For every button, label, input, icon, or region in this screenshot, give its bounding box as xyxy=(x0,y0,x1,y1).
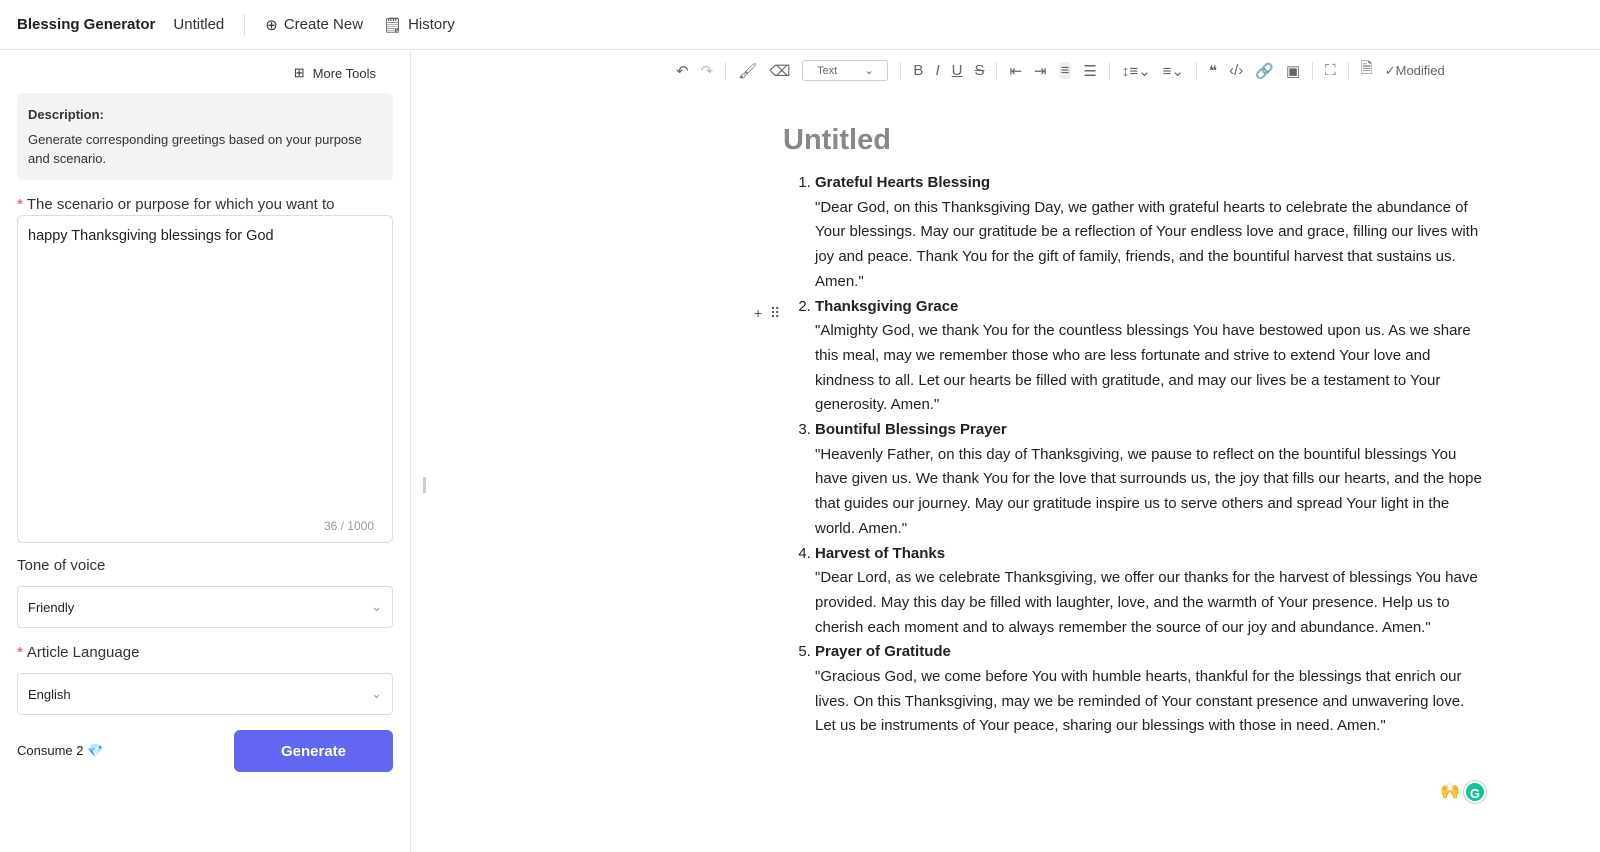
scenario-value: happy Thanksgiving blessings for God xyxy=(28,228,274,244)
ordered-list-icon[interactable]: ≡ xyxy=(1058,62,1072,79)
scenario-input[interactable]: happy Thanksgiving blessings for God 36 /… xyxy=(17,215,393,543)
create-new-label: Create New xyxy=(283,16,364,33)
scenario-label: * The scenario or purpose for which you w… xyxy=(17,196,393,215)
editor-toolbar: ↶ ↷ 🖌 ⌫ Text ⌄ BIUS ⇤ ⇥ ≡ ☰ ↕≡⌄ ≡⌄ ❝ ‹/› 🔗 ▣ ⛶ 🗎 ✓… xyxy=(676,58,1445,83)
grid-icon: ⊞ xyxy=(293,65,305,80)
divider xyxy=(244,13,246,36)
item-body: "Dear Lord, as we celebrate Thanksgiving… xyxy=(815,569,1478,636)
status-text: Modified xyxy=(1395,62,1445,78)
sidebar: ⊞ More Tools Description: Generate corresp… xyxy=(0,51,411,852)
indent-icon[interactable]: ⇥ xyxy=(1034,62,1047,80)
quote-icon[interactable]: ❝ xyxy=(1209,62,1217,80)
description-title: Description: xyxy=(28,107,104,122)
history-label: History xyxy=(408,16,455,33)
history-icon: 🗒 xyxy=(383,16,403,34)
item-heading: Thanksgiving Grace xyxy=(815,297,959,315)
grammarly-widget[interactable]: 🙌 G xyxy=(1440,781,1486,803)
blessing-list: Grateful Hearts Blessing "Dear God, on th… xyxy=(783,171,1488,739)
status-modified: ✓Modified xyxy=(1384,62,1445,78)
item-body: "Gracious God, we come before You with h… xyxy=(815,668,1465,735)
list-item: Harvest of Thanks "Dear Lord, as we celeb… xyxy=(815,542,1488,641)
more-tools-button[interactable]: ⊞ More Tools xyxy=(294,65,376,81)
list-item: Thanksgiving Grace "Almighty God, we than… xyxy=(815,295,1488,419)
create-new-button[interactable]: ⊕ Create New xyxy=(265,16,363,34)
item-heading: Prayer of Gratitude xyxy=(815,643,951,661)
eraser-icon[interactable]: ⌫ xyxy=(769,62,790,80)
app-name: Blessing Generator xyxy=(17,16,156,33)
plus-icon[interactable]: + xyxy=(754,305,762,321)
item-body: "Dear God, on this Thanksgiving Day, we … xyxy=(815,198,1479,290)
line-height-icon[interactable]: ↕≡⌄ xyxy=(1122,62,1151,80)
link-icon[interactable]: 🔗 xyxy=(1255,62,1274,80)
strikethrough-icon[interactable]: S xyxy=(974,62,984,79)
chevron-down-icon: ⌄ xyxy=(864,65,874,77)
tone-label: Tone of voice xyxy=(17,557,106,574)
save-icon[interactable]: 🗎 xyxy=(1361,58,1373,83)
language-label: * Article Language xyxy=(17,644,140,661)
resize-handle[interactable] xyxy=(423,477,426,493)
fullscreen-icon[interactable]: ⛶ xyxy=(1325,62,1336,79)
plus-circle-icon: ⊕ xyxy=(265,16,278,34)
consume-text: Consume 2 xyxy=(17,743,84,758)
image-icon[interactable]: ▣ xyxy=(1286,62,1300,80)
block-handle[interactable]: + ⠿ xyxy=(754,305,780,322)
list-item: Prayer of Gratitude "Gracious God, we com… xyxy=(815,640,1488,739)
language-value: English xyxy=(28,686,71,702)
italic-icon[interactable]: I xyxy=(935,62,939,79)
language-select[interactable]: English ⌄ xyxy=(17,673,393,715)
align-icon[interactable]: ≡⌄ xyxy=(1163,62,1184,80)
description-box: Description: Generate corresponding greet… xyxy=(17,93,393,180)
history-button[interactable]: 🗒 History xyxy=(383,16,455,34)
hands-icon[interactable]: 🙌 xyxy=(1440,781,1460,803)
language-label-text: Article Language xyxy=(26,644,140,661)
description-text: Generate corresponding greetings based o… xyxy=(28,132,362,166)
tone-value: Friendly xyxy=(28,599,75,615)
list-item: Bountiful Blessings Prayer "Heavenly Fath… xyxy=(815,418,1488,542)
top-bar: Blessing Generator Untitled ⊕ Create New … xyxy=(0,0,1600,50)
bullet-list-icon[interactable]: ☰ xyxy=(1083,62,1096,80)
generate-button[interactable]: Generate xyxy=(234,730,393,772)
text-style-value: Text xyxy=(817,64,838,77)
underline-icon[interactable]: U xyxy=(952,62,963,79)
tone-select[interactable]: Friendly ⌄ xyxy=(17,586,393,628)
item-heading: Bountiful Blessings Prayer xyxy=(815,421,1007,439)
char-count: 36 / 1000 xyxy=(323,519,374,533)
editor-content[interactable]: Untitled Grateful Hearts Blessing "Dear G… xyxy=(783,124,1488,739)
outdent-icon[interactable]: ⇤ xyxy=(1009,62,1022,80)
grammarly-icon[interactable]: G xyxy=(1463,781,1486,803)
scenario-label-text: The scenario or purpose for which you wa… xyxy=(17,196,335,215)
text-style-select[interactable]: Text ⌄ xyxy=(802,60,889,81)
list-item: Grateful Hearts Blessing "Dear God, on th… xyxy=(815,171,1488,295)
format-painter-icon[interactable]: 🖌 xyxy=(738,62,757,80)
chevron-down-icon: ⌄ xyxy=(371,599,382,614)
item-heading: Harvest of Thanks xyxy=(815,544,946,562)
bold-icon[interactable]: B xyxy=(913,62,923,79)
item-body: "Heavenly Father, on this day of Thanksg… xyxy=(815,445,1482,537)
document-title[interactable]: Untitled xyxy=(783,124,1488,157)
doc-name[interactable]: Untitled xyxy=(173,16,224,33)
consume-info: Consume 2 💎 xyxy=(17,743,103,759)
drag-icon[interactable]: ⠿ xyxy=(770,305,780,321)
code-icon[interactable]: ‹/› xyxy=(1229,62,1243,79)
item-body: "Almighty God, we thank You for the coun… xyxy=(815,322,1471,414)
diamond-icon: 💎 xyxy=(87,743,104,758)
item-heading: Grateful Hearts Blessing xyxy=(815,174,991,191)
redo-icon[interactable]: ↷ xyxy=(701,62,714,80)
chevron-down-icon: ⌄ xyxy=(371,686,382,701)
more-tools-label: More Tools xyxy=(312,65,376,81)
undo-icon[interactable]: ↶ xyxy=(676,62,689,80)
